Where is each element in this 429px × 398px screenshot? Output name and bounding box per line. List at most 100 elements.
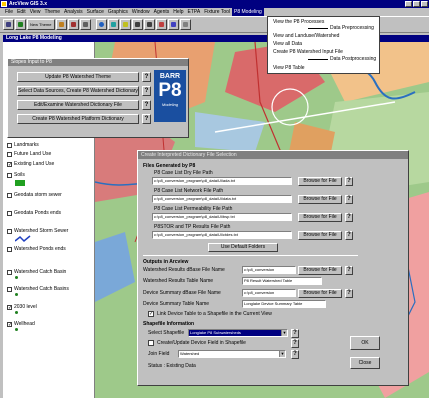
query-tool[interactable] (167, 19, 179, 30)
help-button[interactable]: ? (291, 350, 299, 359)
toc-item[interactable]: Existing Land Use (7, 161, 54, 167)
path-field[interactable]: c:\p8_conversion_program\p8_data\Ui\bsp.… (152, 213, 292, 221)
toc-item[interactable]: Geodata storm sewer (7, 192, 62, 198)
browse-button[interactable]: Browse for File (298, 289, 342, 298)
help-button[interactable]: ? (142, 100, 151, 110)
menu-item-create-input-file[interactable]: Create P8 Watershed Input File (273, 49, 343, 55)
menu-item-view-landuse[interactable]: View and Landuse/Watershed (273, 33, 339, 39)
help-button[interactable]: ? (345, 213, 353, 222)
help-button[interactable]: ? (291, 329, 299, 338)
toc-item[interactable]: Geodata Ponds ends (7, 210, 61, 216)
toc-checkbox[interactable] (7, 287, 12, 292)
properties-tool[interactable] (55, 19, 67, 30)
menu-etpa[interactable]: ETPA (186, 8, 203, 16)
menu-edit[interactable]: Edit (15, 8, 28, 16)
query-icon (170, 22, 176, 27)
help-button[interactable]: ? (345, 177, 353, 186)
toc-item[interactable]: Watershed Ponds ends (7, 246, 66, 252)
help-button[interactable]: ? (142, 86, 151, 96)
menu-item-data-postprocessing[interactable]: Data Postprocessing (330, 56, 376, 62)
menu-window[interactable]: Window (130, 8, 152, 16)
add-theme-tool[interactable] (15, 19, 26, 30)
close-dialog-button[interactable]: Close (350, 357, 380, 369)
output-path-field[interactable]: c:\p8_conversion (242, 289, 296, 297)
link-device-checkbox[interactable] (148, 311, 154, 317)
zoom-in-tool[interactable] (131, 19, 143, 30)
menu-help[interactable]: Help (171, 8, 185, 16)
toc-item[interactable]: Future Land Use (7, 151, 51, 157)
path-field[interactable]: c:\p8_conversion_program\p8_data\Ui\ctde… (152, 231, 292, 239)
join-field-select[interactable]: Watershed ▼ (178, 350, 286, 358)
update-watershed-theme-button[interactable]: Update P8 Watershed Theme (17, 72, 139, 82)
new-theme-tool[interactable]: New Theme (27, 19, 55, 30)
browse-button[interactable]: Browse for File (298, 195, 342, 204)
minimize-button[interactable] (405, 1, 412, 7)
help-button[interactable]: ? (345, 289, 353, 298)
path-field[interactable]: c:\p8_conversion_program\p8_data\Ui\ada.… (152, 177, 292, 185)
toc-checkbox[interactable] (7, 270, 12, 275)
toc-checkbox[interactable] (7, 173, 12, 178)
toc-checkbox[interactable] (7, 247, 12, 252)
toc-item[interactable]: Watershed Catch Basin (7, 269, 66, 275)
toc-checkbox[interactable] (7, 322, 12, 327)
toc-item[interactable]: Watershed Catch Basins (7, 286, 69, 292)
maximize-button[interactable] (413, 1, 420, 7)
output-path-field[interactable]: c:\p8_conversion (242, 266, 296, 274)
menu-item-data-preprocessing[interactable]: Data Preprocessing (330, 25, 374, 31)
toc-checkbox[interactable] (7, 193, 12, 198)
menu-p8-modeling[interactable]: P8 Modeling (232, 8, 264, 16)
menu-item-view-all-data[interactable]: View all Data (273, 41, 302, 47)
toc-checkbox[interactable] (7, 152, 12, 157)
browse-button[interactable]: Browse for File (298, 266, 342, 275)
toc-checkbox[interactable] (7, 305, 12, 310)
help-button[interactable]: ? (142, 114, 151, 124)
shapefile-select[interactable]: Longlake P8 Subwatersheds ▼ (188, 329, 288, 337)
toc-checkbox[interactable] (7, 229, 12, 234)
zoom-out-tool[interactable] (143, 19, 155, 30)
create-device-field-checkbox[interactable] (148, 340, 154, 346)
help-button[interactable]: ? (291, 339, 299, 348)
toc-item[interactable]: Watershed Storm Sewer (7, 228, 68, 234)
create-platform-dictionary-button[interactable]: Create P8 Watershed Platform Dictionary (17, 114, 139, 124)
menu-fixture-tool[interactable]: Fixture Tool (202, 8, 232, 16)
menu-item-view-p8-table[interactable]: View P8 Table (273, 65, 305, 71)
browse-button[interactable]: Browse for File (298, 231, 342, 240)
menu-analysis[interactable]: Analysis (62, 8, 85, 16)
help-button[interactable]: ? (345, 195, 353, 204)
toc-checkbox[interactable] (7, 143, 12, 148)
menu-file[interactable]: File (3, 8, 15, 16)
menu-view[interactable]: View (28, 8, 43, 16)
menu-agents[interactable]: Agents (152, 8, 172, 16)
toc-item[interactable]: Soils (7, 172, 25, 178)
path-field[interactable]: c:\p8_conversion_program\p8_data\Ui\data… (152, 195, 292, 203)
zoom-full-tool[interactable] (95, 19, 107, 30)
help-tool[interactable] (179, 19, 191, 30)
use-default-folders-button[interactable]: Use Default Folders (208, 243, 278, 252)
help-button[interactable]: ? (345, 266, 353, 275)
toc-item[interactable]: 2030 level (7, 304, 37, 310)
toc-checkbox[interactable] (7, 211, 12, 216)
table-name-field[interactable]: P8 Result Watershed Table (242, 277, 322, 285)
browse-button[interactable]: Browse for File (298, 213, 342, 222)
toc-checkbox[interactable] (7, 162, 12, 167)
table-tool[interactable] (79, 19, 91, 30)
legend-tool[interactable] (67, 19, 79, 30)
select-tool[interactable] (155, 19, 167, 30)
help-button[interactable]: ? (142, 72, 151, 82)
select-data-sources-button[interactable]: Select Data Sources, Create P8 Watershed… (17, 86, 139, 96)
menu-item-view-processes[interactable]: View the P8 Processes (273, 19, 324, 25)
menu-graphics[interactable]: Graphics (106, 8, 130, 16)
table-name-field[interactable]: Longlake Device Summary Table (242, 300, 326, 308)
zoom-active-tool[interactable] (107, 19, 119, 30)
zoom-selected-tool[interactable] (119, 19, 131, 30)
ok-button[interactable]: OK (350, 336, 380, 350)
save-tool[interactable] (3, 19, 14, 30)
edit-dictionary-button[interactable]: Edit/Examine Watershed Dictionary File (17, 100, 139, 110)
menu-theme[interactable]: Theme (42, 8, 62, 16)
close-button[interactable] (421, 1, 428, 7)
menu-surface[interactable]: Surface (85, 8, 106, 16)
browse-button[interactable]: Browse for File (298, 177, 342, 186)
toc-item[interactable]: Landmarks (7, 142, 39, 148)
toc-item[interactable]: Wellhead (7, 321, 35, 327)
help-button[interactable]: ? (345, 231, 353, 240)
